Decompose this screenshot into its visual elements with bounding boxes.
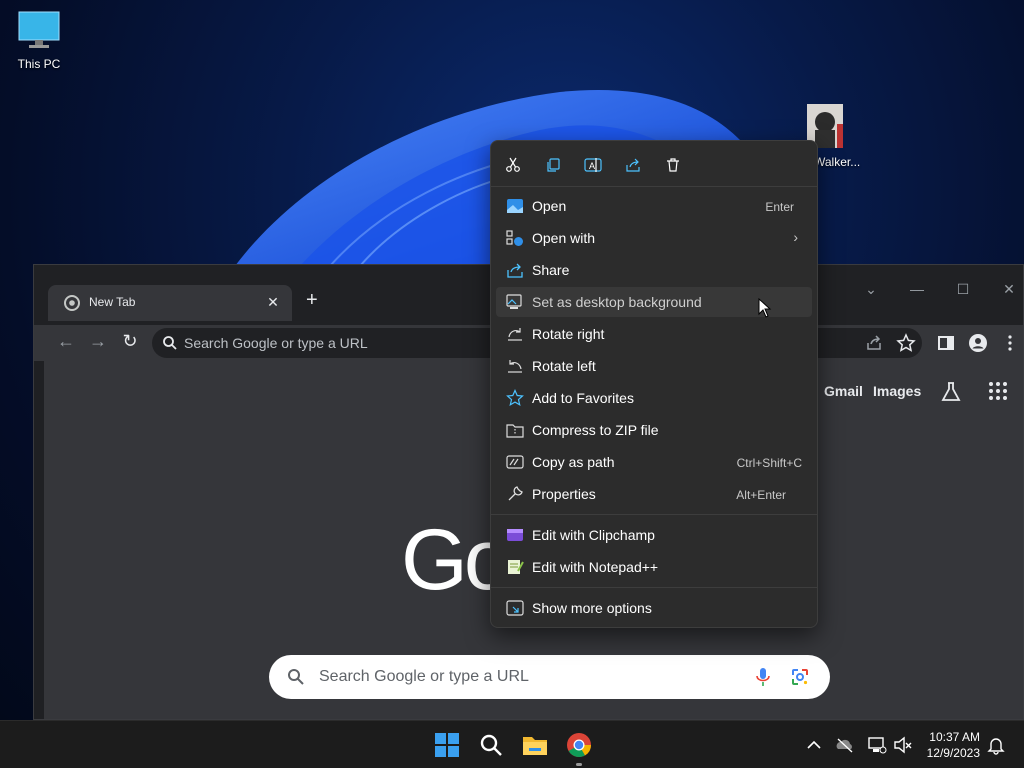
menu-item-properties[interactable]: Properties Alt+Enter bbox=[496, 479, 812, 509]
share-icon[interactable] bbox=[621, 153, 645, 177]
google-search-input[interactable] bbox=[319, 655, 739, 699]
share-icon bbox=[507, 263, 523, 278]
volume-muted-icon[interactable] bbox=[893, 735, 913, 755]
menu-item-shortcut: Enter bbox=[765, 200, 794, 214]
menu-item-show-more-options[interactable]: Show more options bbox=[496, 593, 812, 623]
menu-item-label: Properties bbox=[532, 486, 596, 502]
menu-item-label: Open with bbox=[532, 230, 596, 246]
menu-item-label: Compress to ZIP file bbox=[532, 422, 659, 438]
menu-item-shortcut: Alt+Enter bbox=[736, 488, 786, 502]
share-page-icon[interactable] bbox=[864, 333, 884, 353]
desktop-icon-this-pc[interactable]: This PC bbox=[7, 10, 71, 71]
wrench-icon bbox=[508, 486, 523, 501]
onedrive-offline-icon[interactable] bbox=[835, 735, 855, 755]
menu-item-label: Set as desktop background bbox=[532, 294, 702, 310]
search-icon[interactable] bbox=[477, 731, 505, 759]
menu-item-label: Share bbox=[532, 262, 570, 278]
windows-start-icon[interactable] bbox=[433, 731, 461, 759]
system-clock[interactable]: 10:37 AM 12/9/2023 bbox=[927, 729, 980, 761]
rename-icon[interactable]: A bbox=[581, 153, 605, 177]
close-tab-icon[interactable]: ✕ bbox=[264, 293, 282, 311]
active-app-indicator bbox=[576, 763, 582, 766]
copy-icon[interactable] bbox=[541, 153, 565, 177]
menu-separator bbox=[491, 587, 817, 588]
minimize-icon[interactable]: — bbox=[902, 281, 932, 297]
menu-item-shortcut: Ctrl+Shift+C bbox=[736, 456, 802, 470]
open-with-icon bbox=[506, 230, 523, 246]
profile-icon[interactable] bbox=[968, 333, 988, 353]
photo-icon bbox=[507, 199, 523, 213]
images-link[interactable]: Images bbox=[873, 383, 921, 399]
notification-bell-icon[interactable] bbox=[986, 735, 1006, 755]
quick-actions-bar: A bbox=[491, 141, 817, 187]
google-lens-icon[interactable] bbox=[791, 668, 809, 686]
chevron-up-icon[interactable] bbox=[804, 735, 824, 755]
clock-date: 12/9/2023 bbox=[926, 746, 980, 760]
menu-item-label: Show more options bbox=[532, 600, 652, 616]
menu-item-rotate-right[interactable]: Rotate right bbox=[496, 319, 812, 349]
context-menu: A Open Enter Open with › Share Set as de… bbox=[490, 140, 818, 628]
menu-item-edit-with-notepadpp[interactable]: Edit with Notepad++ bbox=[496, 552, 812, 582]
svg-text:A: A bbox=[589, 161, 595, 171]
more-options-icon bbox=[506, 600, 524, 616]
menu-separator bbox=[491, 514, 817, 515]
menu-item-label: Rotate right bbox=[532, 326, 605, 342]
back-icon[interactable]: ← bbox=[54, 331, 78, 352]
tab-new-tab[interactable]: New Tab ✕ bbox=[48, 285, 292, 321]
desktop-icon-label: This PC bbox=[17, 57, 61, 71]
delete-icon[interactable] bbox=[661, 153, 685, 177]
maximize-icon[interactable]: ☐ bbox=[948, 281, 978, 298]
forward-icon[interactable]: → bbox=[86, 331, 110, 352]
taskbar: 10:37 AM 12/9/2023 bbox=[0, 720, 1024, 768]
cut-icon[interactable] bbox=[501, 153, 525, 177]
menu-item-label: Edit with Clipchamp bbox=[532, 527, 655, 543]
tab-title: New Tab bbox=[89, 295, 136, 309]
side-panel-icon[interactable] bbox=[936, 333, 956, 353]
menu-item-add-to-favorites[interactable]: Add to Favorites bbox=[496, 383, 812, 413]
labs-flask-icon[interactable] bbox=[940, 381, 962, 403]
menu-item-label: Open bbox=[532, 198, 567, 214]
chrome-icon[interactable] bbox=[565, 731, 593, 759]
rotate-right-icon bbox=[508, 328, 522, 341]
bookmark-star-icon[interactable] bbox=[896, 333, 916, 353]
file-explorer-icon[interactable] bbox=[521, 731, 549, 759]
star-icon bbox=[506, 389, 524, 407]
tab-search-icon[interactable]: ⌄ bbox=[856, 281, 886, 298]
menu-item-open[interactable]: Open Enter bbox=[496, 191, 812, 221]
google-search-box[interactable] bbox=[269, 655, 830, 699]
menu-item-label: Edit with Notepad++ bbox=[532, 559, 659, 575]
clock-time: 10:37 AM bbox=[929, 730, 980, 744]
chrome-icon bbox=[64, 295, 80, 311]
menu-item-label: Add to Favorites bbox=[532, 390, 634, 406]
menu-item-rotate-left[interactable]: Rotate left bbox=[496, 351, 812, 381]
menu-item-share[interactable]: Share bbox=[496, 255, 812, 285]
search-icon bbox=[288, 669, 304, 685]
copy-path-icon bbox=[506, 455, 524, 469]
menu-item-edit-with-clipchamp[interactable]: Edit with Clipchamp bbox=[496, 520, 812, 550]
menu-item-label: Rotate left bbox=[532, 358, 596, 374]
search-icon bbox=[163, 336, 177, 350]
menu-item-compress-zip[interactable]: Compress to ZIP file bbox=[496, 415, 812, 445]
menu-item-label: Copy as path bbox=[532, 454, 615, 470]
mouse-cursor-icon bbox=[758, 298, 772, 318]
network-icon[interactable] bbox=[867, 735, 887, 755]
desktop-icon-label: Walker... bbox=[814, 155, 861, 169]
gmail-link[interactable]: Gmail bbox=[824, 383, 863, 399]
notepadpp-icon bbox=[508, 560, 524, 574]
desktop-background-icon bbox=[506, 294, 522, 309]
menu-item-copy-as-path[interactable]: Copy as path Ctrl+Shift+C bbox=[496, 447, 812, 477]
close-window-icon[interactable]: ✕ bbox=[994, 281, 1024, 298]
menu-kebab-icon[interactable] bbox=[1000, 333, 1020, 353]
menu-item-open-with[interactable]: Open with › bbox=[496, 223, 812, 253]
new-tab-button[interactable]: + bbox=[306, 289, 318, 312]
monitor-icon bbox=[18, 11, 60, 48]
reload-icon[interactable]: ↻ bbox=[118, 331, 142, 352]
microphone-icon[interactable] bbox=[755, 667, 771, 687]
chevron-right-icon: › bbox=[793, 229, 798, 245]
apps-grid-icon[interactable] bbox=[988, 381, 1008, 401]
zip-icon bbox=[506, 424, 524, 438]
clipchamp-icon bbox=[507, 529, 523, 541]
rotate-left-icon bbox=[508, 360, 522, 373]
